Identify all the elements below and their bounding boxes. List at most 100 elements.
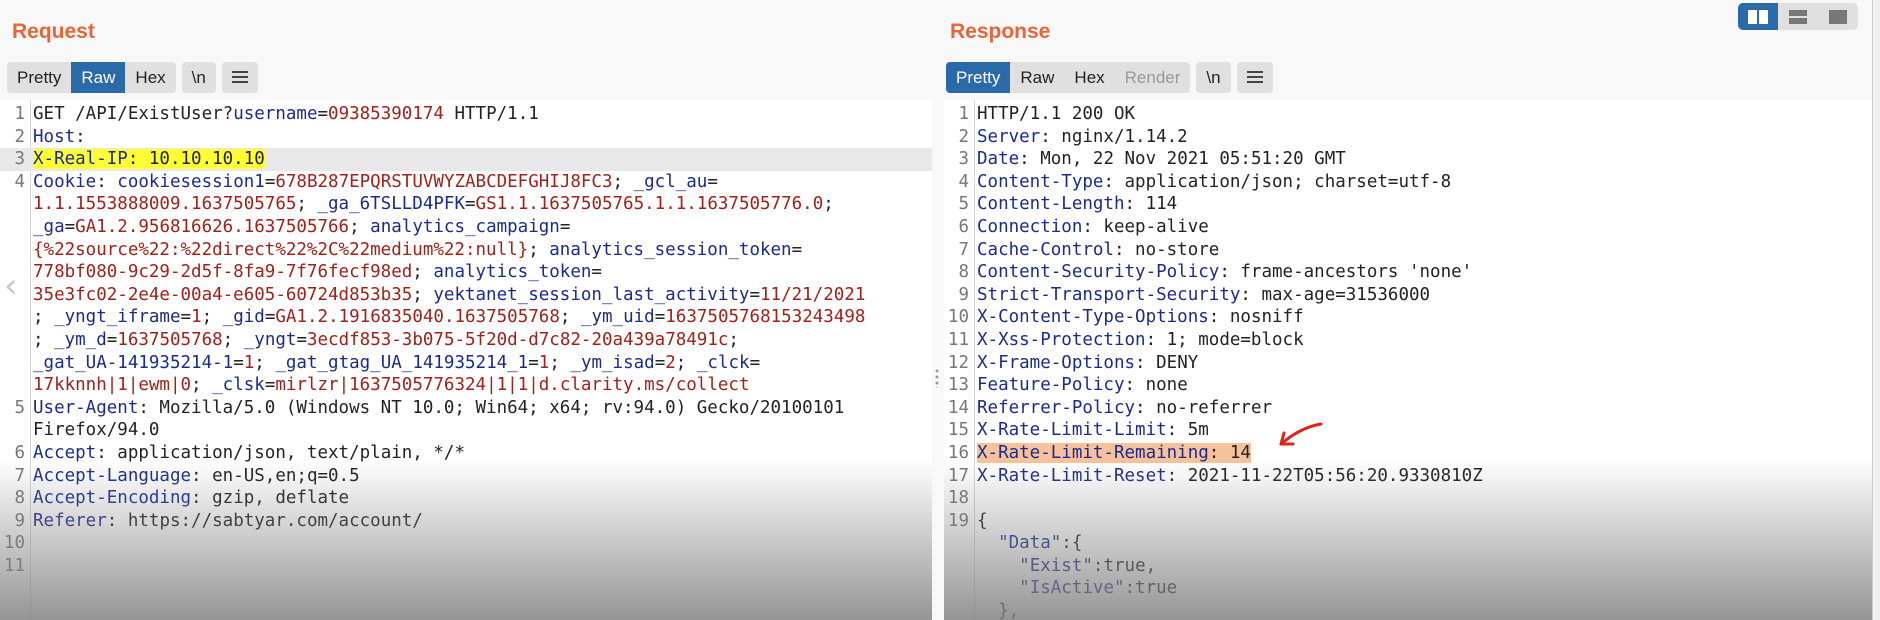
code-line[interactable]: {%22source%22:%22direct%22%2C%22medium%2…: [0, 239, 932, 262]
response-tab-render[interactable]: Render: [1115, 62, 1191, 93]
code-line[interactable]: 18: [944, 487, 1872, 510]
request-newline-toggle[interactable]: \n: [181, 62, 216, 93]
code-line[interactable]: 9 Referer: https://sabtyar.com/account/: [0, 510, 932, 533]
code-line[interactable]: 2 Server: nginx/1.14.2: [944, 126, 1872, 149]
token-plain: ;: [222, 329, 244, 350]
code-line[interactable]: 15 X-Rate-Limit-Limit: 5m: [944, 419, 1872, 442]
code-line[interactable]: 7 Cache-Control: no-store: [944, 239, 1872, 262]
line-text: X-Xss-Protection: 1; mode=block: [972, 329, 1304, 352]
code-line[interactable]: 35e3fc02-2e4e-00a4-e605-60724d853b35; ye…: [0, 284, 932, 307]
code-line[interactable]: 5 Content-Length: 114: [944, 193, 1872, 216]
code-line[interactable]: 8 Accept-Encoding: gzip, deflate: [0, 487, 932, 510]
code-line[interactable]: _gat_UA-141935214-1=1; _gat_gtag_UA_1419…: [0, 352, 932, 375]
response-newline-toggle[interactable]: \n: [1196, 62, 1231, 93]
request-menu-button[interactable]: [221, 62, 258, 93]
collapse-left-icon[interactable]: ‹: [4, 266, 18, 306]
code-line[interactable]: 3 X-Real-IP: 10.10.10.10: [0, 148, 932, 171]
token-plain: ;: [412, 284, 434, 305]
response-tab-raw[interactable]: Raw: [1010, 62, 1064, 93]
response-editor[interactable]: 1 HTTP/1.1 200 OK 2 Server: nginx/1.14.2 3 Da…: [944, 100, 1872, 620]
code-line[interactable]: "Data":{: [944, 532, 1872, 555]
token-plain: ;: [191, 375, 213, 396]
code-line[interactable]: 4 Content-Type: application/json; charset…: [944, 171, 1872, 194]
code-line[interactable]: 17kknnh|1|ewm|0; _clsk=mirlzr|1637505776…: [0, 374, 932, 397]
token-key: _ga: [33, 216, 65, 237]
code-line[interactable]: 7 Accept-Language: en-US,en;q=0.5: [0, 465, 932, 488]
token-key: _yngt: [243, 329, 297, 350]
request-code[interactable]: 1 GET /API/ExistUser?username=09385390174…: [0, 103, 932, 577]
line-text: [972, 487, 977, 510]
panel-resize-handle[interactable]: [934, 368, 940, 388]
token-plain: ;: [33, 329, 55, 350]
code-line[interactable]: 13 Feature-Policy: none: [944, 374, 1872, 397]
code-line[interactable]: 6 Connection: keep-alive: [944, 216, 1872, 239]
response-tab-pretty[interactable]: Pretty: [946, 62, 1011, 93]
code-line[interactable]: 4 Cookie: cookiesession1=678B287EPQRSTUVW…: [0, 171, 932, 194]
token-plain: =: [559, 216, 571, 237]
code-line[interactable]: ; _ym_d=1637505768; _yngt=3ecdf853-3b075…: [0, 329, 932, 352]
code-line[interactable]: 8 Content-Security-Policy: frame-ancestor…: [944, 261, 1872, 284]
response-code[interactable]: 1 HTTP/1.1 200 OK 2 Server: nginx/1.14.2 3 Da…: [944, 103, 1872, 620]
line-text: Accept: application/json, text/plain, */…: [28, 442, 465, 465]
code-line[interactable]: 12 X-Frame-Options: DENY: [944, 352, 1872, 375]
code-line[interactable]: 11: [0, 555, 932, 578]
token-key: "IsActive": [1019, 578, 1125, 599]
code-line[interactable]: 778bf080-9c29-2d5f-8fa9-7f76fecf98ed; an…: [0, 261, 932, 284]
code-line[interactable]: 1.1.1553888009.1637505765; _ga_6TSLLD4PF…: [0, 193, 932, 216]
window-scrollbar[interactable]: [1872, 0, 1880, 620]
token-key: Accept-Encoding: [33, 488, 192, 509]
code-line[interactable]: 10 X-Content-Type-Options: nosniff: [944, 306, 1872, 329]
code-line[interactable]: 1 HTTP/1.1 200 OK: [944, 103, 1872, 126]
code-line[interactable]: },: [944, 600, 1872, 620]
layout-top-bottom-button[interactable]: [1778, 3, 1818, 30]
code-line[interactable]: 6 Accept: application/json, text/plain, *…: [0, 442, 932, 465]
code-line[interactable]: 17 X-Rate-Limit-Reset: 2021-11-22T05:56:2…: [944, 465, 1872, 488]
code-line[interactable]: 16 X-Rate-Limit-Remaining: 14: [944, 442, 1872, 465]
request-tab-raw[interactable]: Raw: [71, 62, 126, 93]
response-menu-button[interactable]: [1236, 62, 1273, 93]
line-text: Cookie: cookiesession1=678B287EPQRSTUVWY…: [28, 171, 718, 194]
line-text: X-Frame-Options: DENY: [972, 352, 1198, 375]
token-key: Accept: [33, 442, 97, 463]
token-key: _yngt_iframe: [54, 307, 181, 328]
code-line[interactable]: 19 {: [944, 510, 1872, 533]
code-line[interactable]: ; _yngt_iframe=1; _gid=GA1.2.1916835040.…: [0, 306, 932, 329]
code-line[interactable]: 2 Host:: [0, 126, 932, 149]
layout-single-button[interactable]: [1818, 3, 1858, 30]
annotation-arrow-icon: [1279, 422, 1323, 446]
code-line[interactable]: 9 Strict-Transport-Security: max-age=3153…: [944, 284, 1872, 307]
code-line[interactable]: "IsActive":true: [944, 577, 1872, 600]
token-key: analytics_token: [433, 262, 592, 283]
request-view-tabs: Pretty Raw Hex: [7, 62, 176, 93]
token-key: Server: [977, 126, 1041, 147]
request-editor[interactable]: 1 GET /API/ExistUser?username=09385390174…: [0, 100, 932, 620]
token-plain: : https://sabtyar.com/account/: [106, 510, 423, 531]
line-number: [944, 600, 972, 620]
line-number: [944, 577, 972, 600]
rows-icon: [1789, 9, 1807, 24]
request-tab-hex[interactable]: Hex: [125, 62, 175, 93]
code-line[interactable]: 3 Date: Mon, 22 Nov 2021 05:51:20 GMT: [944, 148, 1872, 171]
token-key: cookiesession1: [117, 171, 265, 192]
line-number: 6: [958, 216, 969, 237]
token-value: 1: [243, 352, 255, 373]
layout-side-by-side-button[interactable]: [1738, 3, 1778, 30]
token-plain: : 1; mode=block: [1145, 329, 1304, 350]
request-tab-pretty[interactable]: Pretty: [7, 62, 71, 93]
code-line[interactable]: "Exist":true,: [944, 555, 1872, 578]
code-line[interactable]: 10: [0, 532, 932, 555]
code-line[interactable]: _ga=GA1.2.956816626.1637505766; analytic…: [0, 216, 932, 239]
code-line[interactable]: 5 User-Agent: Mozilla/5.0 (Windows NT 10.…: [0, 397, 932, 420]
code-line[interactable]: 14 Referrer-Policy: no-referrer: [944, 397, 1872, 420]
code-line[interactable]: 1 GET /API/ExistUser?username=09385390174…: [0, 103, 932, 126]
line-text: 17kknnh|1|ewm|0; _clsk=mirlzr|1637505776…: [28, 374, 749, 397]
line-text: User-Agent: Mozilla/5.0 (Windows NT 10.0…: [28, 397, 844, 420]
token-plain: : keep-alive: [1082, 216, 1209, 237]
token-value: 1: [538, 352, 550, 373]
token-plain: ;: [823, 194, 834, 215]
line-number: [0, 216, 28, 239]
code-line[interactable]: Firefox/94.0: [0, 419, 932, 442]
code-line[interactable]: 11 X-Xss-Protection: 1; mode=block: [944, 329, 1872, 352]
response-tab-hex[interactable]: Hex: [1064, 62, 1114, 93]
